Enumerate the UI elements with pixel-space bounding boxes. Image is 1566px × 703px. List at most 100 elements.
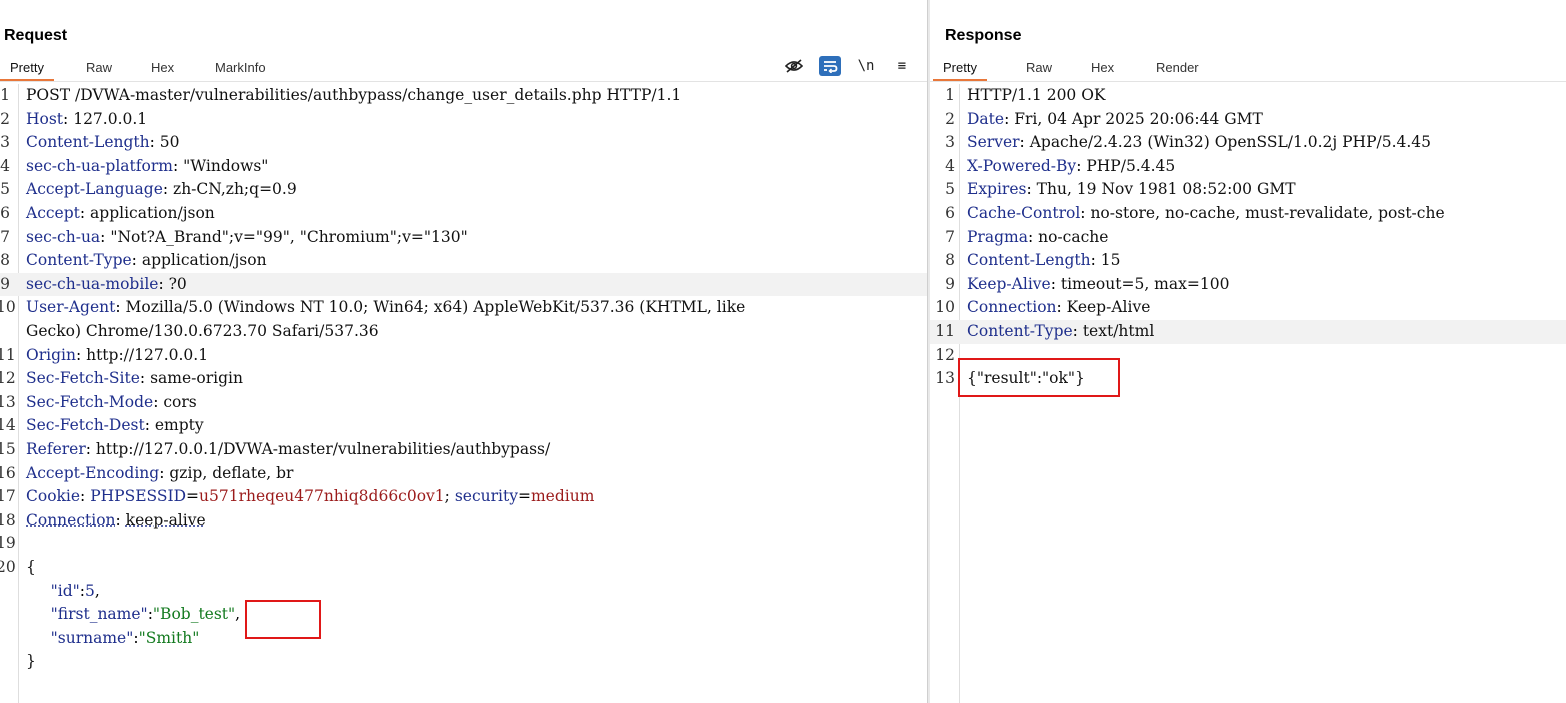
line-number: 17 <box>0 487 16 506</box>
line-content: Connection: keep-alive <box>26 510 206 529</box>
tab-raw[interactable]: Raw <box>76 59 122 81</box>
line-number: 9 <box>945 274 955 293</box>
line-content: POST /DVWA-master/vulnerabilities/authby… <box>26 84 681 108</box>
line-text: } <box>26 652 36 671</box>
cookie-value: medium <box>530 487 595 506</box>
line-content: Pragma: no-cache <box>967 227 1109 246</box>
line-content: "first_name":"Bob_test", <box>50 605 241 624</box>
code-line: } <box>0 650 927 674</box>
code-line: 9 sec-ch-ua-mobile: ?0 <box>0 272 927 297</box>
line-number: 13 <box>0 392 16 411</box>
header-name: Date <box>967 109 1005 128</box>
request-toolbar: \n ≡ <box>783 55 913 77</box>
header-value: ?0 <box>168 274 187 293</box>
request-title: Request <box>4 27 68 44</box>
header-value: PHP/5.4.45 <box>1086 156 1176 175</box>
line-text: { <box>26 558 36 576</box>
tab-markinfo[interactable]: MarkInfo <box>205 59 276 81</box>
header-name: User-Agent <box>26 298 116 317</box>
tab-pretty[interactable]: Pretty <box>933 59 987 81</box>
line-number: 4 <box>945 156 955 175</box>
header-value: zh-CN,zh;q=0.9 <box>173 180 297 199</box>
header-value: Thu, 19 Nov 1981 08:52:00 GMT <box>1036 180 1296 199</box>
line-text: POST /DVWA-master/vulnerabilities/authby… <box>26 86 682 104</box>
code-line: 11 Content-Type: text/html <box>930 320 1566 344</box>
line-content: Cache-Control: no-store, no-cache, must-… <box>967 204 1445 222</box>
cookie-name: PHPSESSID <box>90 487 187 506</box>
tab-raw[interactable]: Raw <box>1016 59 1062 81</box>
hide-nonprintable-icon[interactable] <box>783 56 805 76</box>
highlight-box-result <box>958 358 1120 397</box>
line-content: Cookie: PHPSESSID=u571rheqeu477nhiq8d66c… <box>26 487 595 506</box>
line-content: Sec-Fetch-Site: same-origin <box>26 369 243 388</box>
code-line: 12 Sec-Fetch-Site: same-origin <box>0 367 927 391</box>
line-number: 1 <box>945 86 955 104</box>
tab-hex[interactable]: Hex <box>141 59 184 81</box>
line-content: Expires: Thu, 19 Nov 1981 08:52:00 GMT <box>967 180 1296 199</box>
line-number: 20 <box>0 558 16 576</box>
header-value: 127.0.0.1 <box>73 109 148 128</box>
line-content: Sec-Fetch-Dest: empty <box>26 416 204 435</box>
header-name: Cookie <box>26 487 81 506</box>
line-number: 5 <box>945 180 955 199</box>
header-name: Content-Type <box>967 322 1073 340</box>
line-number: 1 <box>0 86 10 104</box>
line-content: Server: Apache/2.4.23 (Win32) OpenSSL/1.… <box>967 133 1432 152</box>
code-line: 13 Sec-Fetch-Mode: cors <box>0 391 927 415</box>
header-name: Content-Length <box>967 251 1091 270</box>
newline-toggle-button[interactable]: \n <box>855 56 877 76</box>
line-number: 10 <box>935 298 955 317</box>
line-content: X-Powered-By: PHP/5.4.45 <box>967 156 1176 175</box>
header-name: Content-Length <box>26 133 150 152</box>
line-content: Gecko) Chrome/130.0.6723.70 Safari/537.3… <box>26 320 379 344</box>
line-number: 9 <box>0 274 10 293</box>
code-line: 6 Cache-Control: no-store, no-cache, must… <box>930 202 1566 226</box>
line-content: Accept-Encoding: gzip, deflate, br <box>26 463 294 482</box>
header-name: Accept <box>26 204 80 222</box>
header-name: sec-ch-ua-platform <box>26 156 173 175</box>
tab-hex[interactable]: Hex <box>1081 59 1124 81</box>
code-line: 18 Connection: keep-alive <box>0 509 927 533</box>
wrap-lines-icon[interactable] <box>819 56 841 76</box>
tab-render[interactable]: Render <box>1146 59 1209 81</box>
json-value: "Bob_test" <box>152 605 236 624</box>
line-number: 12 <box>935 345 955 364</box>
line-number: 6 <box>0 204 10 222</box>
line-number: 12 <box>0 369 16 388</box>
line-content: Origin: http://127.0.0.1 <box>26 345 209 364</box>
code-line: 3 Server: Apache/2.4.23 (Win32) OpenSSL/1… <box>930 131 1566 155</box>
header-name: Expires <box>967 180 1027 199</box>
code-line: 17 Cookie: PHPSESSID=u571rheqeu477nhiq8d6… <box>0 485 927 509</box>
header-value: application/json <box>90 204 215 222</box>
tab-pretty[interactable]: Pretty <box>0 59 54 81</box>
header-value: application/json <box>141 251 267 270</box>
line-content: Content-Length: 15 <box>967 251 1121 270</box>
code-line: 4 X-Powered-By: PHP/5.4.45 <box>930 155 1566 179</box>
line-content: Referer: http://127.0.0.1/DVWA-master/vu… <box>26 440 551 458</box>
header-value: http://127.0.0.1/DVWA-master/vulnerabili… <box>95 440 551 458</box>
code-line: 5 Accept-Language: zh-CN,zh;q=0.9 <box>0 178 927 202</box>
line-number: 2 <box>945 109 955 128</box>
line-number: 16 <box>0 463 16 482</box>
code-line: 7 Pragma: no-cache <box>930 226 1566 250</box>
code-line: "first_name":"Bob_test", <box>0 603 927 627</box>
header-name: sec-ch-ua <box>26 227 101 246</box>
line-content: Content-Length: 50 <box>26 133 180 152</box>
header-value: no-store, no-cache, must-revalidate, pos… <box>1090 204 1445 222</box>
response-editor[interactable]: 1 HTTP/1.1 200 OK 2 Date: Fri, 04 Apr 2025 … <box>930 84 1566 703</box>
code-line: 2 Date: Fri, 04 Apr 2025 20:06:44 GMT <box>930 108 1566 132</box>
code-line: 16 Accept-Encoding: gzip, deflate, br <box>0 462 927 486</box>
line-number: 11 <box>935 322 955 340</box>
line-number: 7 <box>945 227 955 246</box>
header-value: 50 <box>159 133 180 152</box>
menu-icon[interactable]: ≡ <box>891 56 913 76</box>
header-name: Accept-Encoding <box>26 463 160 482</box>
header-value: empty <box>154 416 204 435</box>
line-content: Content-Type: text/html <box>967 322 1155 340</box>
request-editor[interactable]: 1 POST /DVWA-master/vulnerabilities/authb… <box>0 84 927 703</box>
code-line: "id":5, <box>0 580 927 604</box>
code-line: 4 sec-ch-ua-platform: "Windows" <box>0 155 927 179</box>
json-key: "surname" <box>50 628 134 647</box>
json-key: "first_name" <box>50 605 148 624</box>
line-number: 19 <box>0 534 16 553</box>
